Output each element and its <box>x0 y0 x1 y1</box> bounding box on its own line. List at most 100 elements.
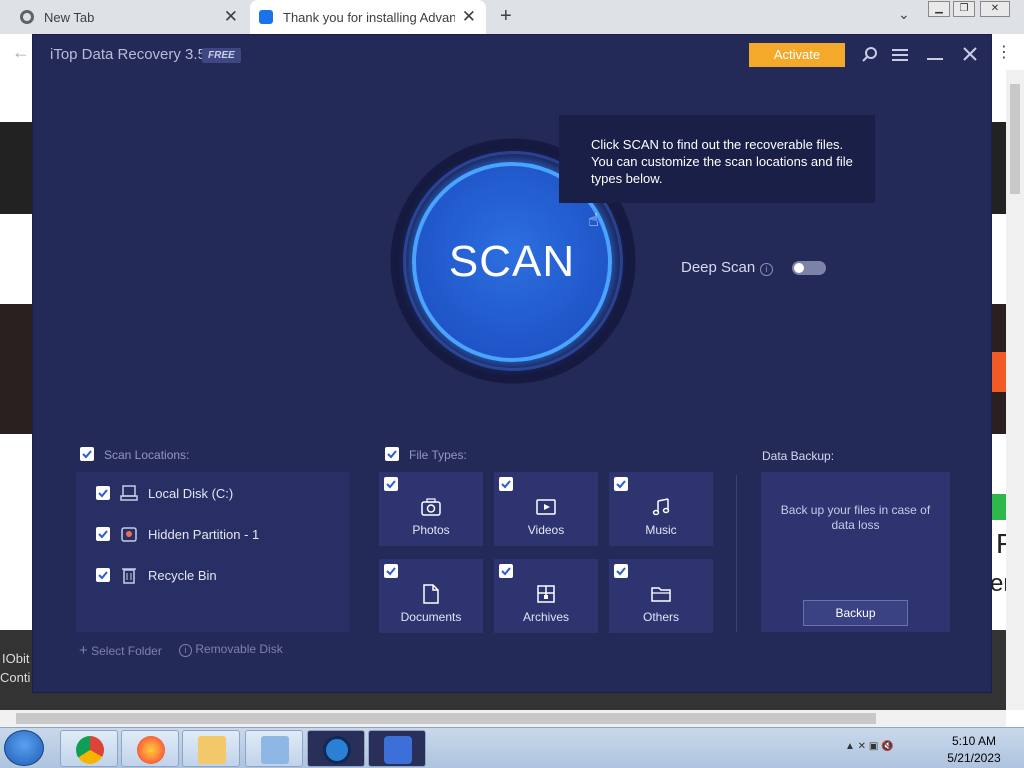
site-icon <box>259 10 273 24</box>
file-type-label: Photos <box>412 523 450 537</box>
new-tab-icon[interactable]: + <box>500 5 512 28</box>
ccleaner-icon <box>323 736 351 764</box>
kebab-menu-icon[interactable]: ⋮ <box>996 42 1012 62</box>
hard-drive-icon <box>120 485 138 501</box>
free-badge: FREE <box>202 48 241 63</box>
scan-locations-panel: Local Disk (C:) Hidden Partition - 1 Rec… <box>76 472 349 632</box>
vertical-scrollbar[interactable] <box>1006 70 1024 710</box>
bg-text: Conti <box>0 670 31 685</box>
close-icon[interactable] <box>961 45 979 63</box>
taskbar-chrome[interactable] <box>60 730 118 767</box>
tab-new-tab[interactable]: New Tab ✕ <box>0 0 248 34</box>
scrollbar-thumb[interactable] <box>1010 84 1020 194</box>
removable-disk-label: Removable Disk <box>195 642 283 656</box>
start-button[interactable] <box>4 730 44 766</box>
horizontal-scrollbar[interactable] <box>0 710 1006 727</box>
folder-icon <box>198 736 226 764</box>
file-type-label: Videos <box>527 523 565 537</box>
removable-disk-button[interactable]: i Removable Disk <box>179 642 283 657</box>
partition-icon <box>121 527 137 542</box>
location-label: Recycle Bin <box>148 568 217 583</box>
file-type-videos[interactable]: Videos <box>494 472 598 546</box>
hand-cursor-icon: ☝ <box>588 210 599 230</box>
info-icon[interactable]: i <box>760 263 773 276</box>
file-type-others[interactable]: Others <box>609 559 713 633</box>
scrollbar-thumb[interactable] <box>16 713 876 724</box>
taskbar-itop[interactable] <box>368 730 426 767</box>
close-icon[interactable]: ✕ <box>462 7 476 27</box>
backup-button[interactable]: Backup <box>803 600 908 626</box>
recycle-bin-icon <box>122 568 136 584</box>
taskbar-ccleaner[interactable] <box>307 730 365 767</box>
file-types-checkbox[interactable] <box>385 447 399 461</box>
tab-label: Thank you for installing Advance <box>283 9 455 25</box>
search-icon[interactable] <box>861 46 879 64</box>
back-arrow-icon[interactable]: ← <box>12 42 30 63</box>
folder-icon <box>651 587 671 602</box>
file-type-checkbox[interactable] <box>499 564 513 578</box>
scan-tooltip: Click SCAN to find out the recoverable f… <box>559 115 875 203</box>
location-checkbox[interactable] <box>96 486 110 500</box>
file-type-label: Documents <box>400 610 462 624</box>
info-icon: i <box>179 644 192 657</box>
chrome-icon <box>20 10 34 24</box>
file-type-archives[interactable]: Archives <box>494 559 598 633</box>
location-row-recycle-bin[interactable]: Recycle Bin <box>76 565 349 587</box>
clock-date[interactable]: 5/21/2023 <box>946 751 1002 765</box>
minimize-window-button[interactable]: ▁ <box>928 1 950 17</box>
chevron-down-icon[interactable]: ⌄ <box>898 6 910 23</box>
data-backup-header: Data Backup: <box>762 449 835 463</box>
file-type-label: Others <box>642 610 679 624</box>
file-types-header: File Types: <box>409 448 467 462</box>
select-folder-button[interactable]: + Select Folder <box>79 642 162 659</box>
bg-text: IObit <box>2 651 30 666</box>
camera-icon <box>421 498 441 516</box>
close-window-button[interactable]: ✕ <box>980 1 1010 17</box>
file-type-photos[interactable]: Photos <box>379 472 483 546</box>
select-folder-label: Select Folder <box>91 644 162 658</box>
file-type-checkbox[interactable] <box>614 477 628 491</box>
location-row-local-disk[interactable]: Local Disk (C:) <box>76 483 349 505</box>
browser-tab-strip: New Tab ✕ Thank you for installing Advan… <box>0 0 1024 34</box>
deep-scan-label: Deep Scan <box>681 259 756 276</box>
activate-button[interactable]: Activate <box>749 43 845 67</box>
location-checkbox[interactable] <box>96 568 110 582</box>
itop-icon <box>384 736 412 764</box>
taskbar-firefox[interactable] <box>121 730 179 767</box>
taskbar-explorer[interactable] <box>182 730 240 767</box>
chrome-icon <box>76 736 104 764</box>
firefox-icon <box>137 736 165 764</box>
windows-taskbar: ▲ ✕ ▣ 🔇 5:10 AM 5/21/2023 <box>0 727 1024 768</box>
location-row-hidden-partition[interactable]: Hidden Partition - 1 <box>76 524 349 546</box>
deep-scan-toggle[interactable] <box>792 261 826 275</box>
location-checkbox[interactable] <box>96 527 110 541</box>
bg-green-block <box>990 494 1006 520</box>
maximize-window-button[interactable]: ❐ <box>953 1 975 17</box>
minimize-icon[interactable] <box>926 47 944 63</box>
itop-data-recovery-window: iTop Data Recovery 3.5 FREE Activate SCA… <box>33 35 991 692</box>
file-type-label: Archives <box>522 610 569 624</box>
music-icon <box>652 498 670 516</box>
tab-label: New Tab <box>44 9 95 25</box>
tab-thank-you[interactable]: Thank you for installing Advance ✕ <box>250 0 486 34</box>
toggle-knob <box>794 263 804 273</box>
clock-time[interactable]: 5:10 AM <box>946 734 1002 748</box>
file-type-checkbox[interactable] <box>384 564 398 578</box>
file-type-documents[interactable]: Documents <box>379 559 483 633</box>
scan-locations-checkbox[interactable] <box>80 447 94 461</box>
video-icon <box>536 499 556 515</box>
system-tray-icons[interactable]: ▲ ✕ ▣ 🔇 <box>845 741 894 752</box>
plus-icon: + <box>79 642 88 659</box>
location-label: Hidden Partition - 1 <box>148 527 260 542</box>
file-type-label: Music <box>645 523 677 537</box>
file-type-checkbox[interactable] <box>614 564 628 578</box>
menu-icon[interactable] <box>891 47 909 63</box>
location-label: Local Disk (C:) <box>148 486 234 501</box>
taskbar-control-panel[interactable] <box>245 730 303 767</box>
file-type-checkbox[interactable] <box>499 477 513 491</box>
file-type-music[interactable]: Music <box>609 472 713 546</box>
data-backup-panel: Back up your files in case of data loss … <box>761 472 950 632</box>
file-type-checkbox[interactable] <box>384 477 398 491</box>
app-title: iTop Data Recovery 3.5 <box>50 46 206 63</box>
close-icon[interactable]: ✕ <box>224 7 238 27</box>
